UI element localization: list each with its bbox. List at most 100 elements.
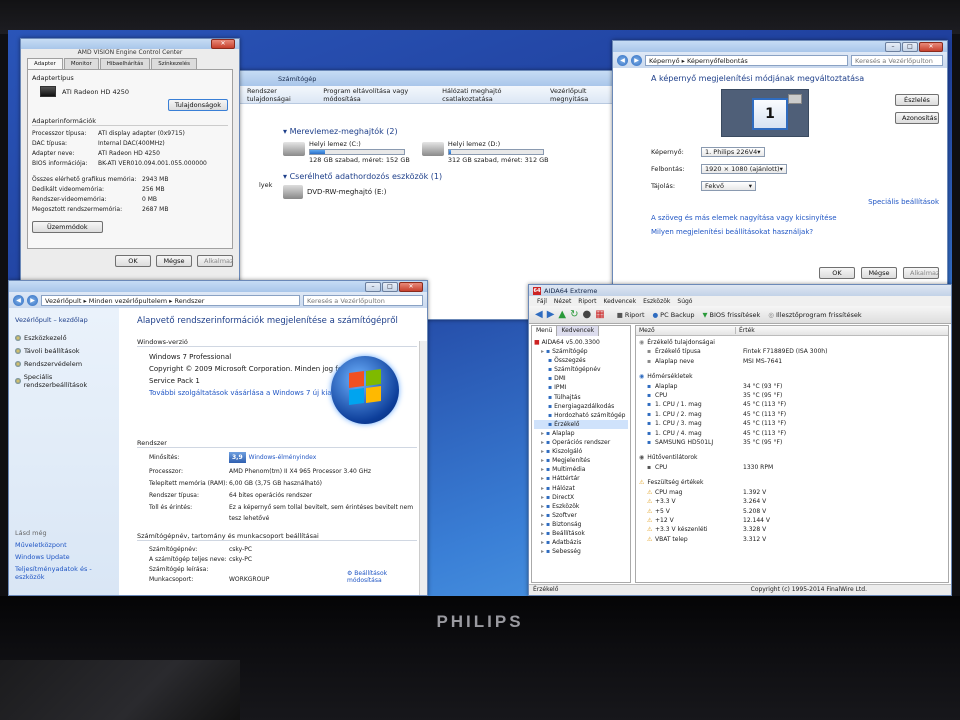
aida-data-row[interactable]: ▪ 1. CPU / 3. mag 45 °C (113 °F) [639, 419, 948, 428]
control-panel-home-link[interactable]: Vezérlőpult – kezdőlap [15, 316, 113, 324]
monitor-preview[interactable]: 1 [721, 89, 809, 137]
aida-tree-item[interactable]: ▪ Összegzés [534, 356, 628, 365]
aida-tree-item[interactable]: ▸ ▪ Multimédia [534, 465, 628, 474]
expand-icon[interactable]: ▸ [541, 448, 544, 455]
aida-data-row[interactable]: ⚠ VBAT telep 3.312 V [639, 535, 948, 544]
aida-data-row[interactable]: ⚠ CPU mag 1.392 V [639, 488, 948, 497]
system-side-link[interactable]: Távoli beállítások [15, 347, 113, 355]
display-address-input[interactable]: Képernyő ▸ Képernyőfelbontás [645, 54, 848, 66]
aida-data-row[interactable]: ▪ CPU 1330 RPM [639, 463, 948, 472]
aida-data-row[interactable]: ⚠ +3.3 V készenléti 3.328 V [639, 525, 948, 534]
aida-tree-item[interactable]: ▸ ▪ Kiszolgáló [534, 447, 628, 456]
ccc-tab[interactable]: Színkezelés [151, 58, 198, 69]
drive-item[interactable]: Helyi lemez (C:) 128 GB szabad, méret: 15… [283, 140, 410, 164]
aida-data-row[interactable]: ⚠ +3.3 V 3.264 V [639, 497, 948, 506]
back-icon[interactable]: ◀ [535, 309, 543, 320]
aida-toolbar-button[interactable]: ▼ BIOS frissítések [703, 311, 761, 319]
explorer-titlebar[interactable]: Számítógép [219, 71, 617, 86]
system-side-link[interactable]: Speciális rendszerbeállítások [15, 373, 113, 389]
system-back-arrow-icon[interactable]: ◀ [13, 294, 24, 306]
aida-data-row[interactable]: ⚠ +5 V 5.208 V [639, 507, 948, 516]
expand-icon[interactable]: ▸ [541, 475, 544, 482]
aida-tree-item[interactable]: ▸ ▪ Számítógép [534, 347, 628, 356]
aida-toolbar-button[interactable]: ■ Riport [617, 311, 645, 319]
system-titlebar[interactable]: – □ ✕ [9, 281, 427, 292]
identify-button[interactable]: Azonosítás [895, 112, 939, 124]
refresh-icon[interactable]: ↻ [570, 309, 578, 320]
up-icon[interactable]: ▲ [558, 309, 566, 320]
aida-tree-item[interactable]: ▸ ▪ Sebesség [534, 547, 628, 556]
explorer-menu-item[interactable]: Vezérlőpult megnyitása [550, 87, 617, 103]
ccc-tab[interactable]: Monitor [63, 58, 99, 69]
aida-menu-item[interactable]: Fájl [537, 298, 547, 305]
text-size-link[interactable]: A szöveg és más elemek nagyítása vagy ki… [651, 214, 909, 222]
system-scrollbar[interactable] [419, 341, 427, 595]
display-search-input[interactable]: Keresés a Vezérlőpulton [851, 54, 943, 66]
aida-data-row[interactable]: ▪ SAMSUNG HD501LJ 35 °C (95 °F) [639, 438, 948, 447]
aida-tree-item[interactable]: ▸ ▪ Háttértár [534, 474, 628, 483]
aida-tree-item[interactable]: ▸ ▪ DirectX [534, 493, 628, 502]
ccc-apply-button[interactable]: Alkalmaz [197, 255, 233, 267]
expand-icon[interactable]: ▸ [541, 348, 544, 355]
system-forward-arrow-icon[interactable]: ▶ [27, 294, 38, 306]
aida-tree-item[interactable]: ▸ ▪ Szoftver [534, 511, 628, 520]
change-settings-link[interactable]: ⚙ Beállítások módosítása [347, 570, 397, 584]
display-minimize-icon[interactable]: – [885, 41, 901, 52]
system-search-input[interactable]: Keresés a Vezérlőpulton [303, 294, 423, 306]
display-field-select[interactable]: 1920 × 1080 (ajánlott) ▾ [701, 164, 787, 174]
system-minimize-icon[interactable]: – [365, 281, 381, 292]
expand-icon[interactable]: ▸ [541, 512, 544, 519]
aida-tree-item[interactable]: ▪ DMI [534, 374, 628, 383]
system-address-input[interactable]: Vezérlőpult ▸ Minden vezérlőpultelem ▸ R… [41, 294, 300, 306]
aida-tree-item[interactable]: ▸ ▪ Alaplap [534, 429, 628, 438]
display-field-select[interactable]: Fekvő ▾ [701, 181, 756, 191]
explorer-menu-item[interactable]: Hálózati meghajtó csatlakoztatása [442, 87, 540, 103]
aida-tree-item[interactable]: ▪ Energiagazdálkodás [534, 402, 628, 411]
aida-tree-item[interactable]: ■ AIDA64 v5.00.3300 [534, 338, 628, 347]
expand-icon[interactable]: ▸ [541, 457, 544, 464]
aida-tree-item[interactable]: ▪ IPMI [534, 383, 628, 392]
display-ok-button[interactable]: OK [819, 267, 855, 279]
system-see-also-link[interactable]: Műveletközpont [15, 541, 113, 549]
aida-data-row[interactable]: ▪ 1. CPU / 1. mag 45 °C (113 °F) [639, 400, 948, 409]
aida-tree-item[interactable]: ▸ ▪ Adatbázis [534, 538, 628, 547]
ccc-close-icon[interactable]: ✕ [211, 39, 235, 49]
aida-menu-item[interactable]: Eszközök [643, 298, 670, 305]
chart-icon[interactable]: ▦ [595, 309, 604, 320]
display-close-icon[interactable]: ✕ [919, 41, 943, 52]
aida-titlebar[interactable]: 64 AIDA64 Extreme [529, 285, 951, 296]
expand-icon[interactable]: ▸ [541, 466, 544, 473]
aida-tree-item[interactable]: ▸ ▪ Eszközök [534, 502, 628, 511]
aida-data-row[interactable]: ▪ Alaplap neve MSI MS-7641 [639, 357, 948, 366]
expand-icon[interactable]: ▸ [541, 485, 544, 492]
ccc-ok-button[interactable]: OK [115, 255, 151, 267]
monitor-1-tile[interactable]: 1 [752, 98, 788, 130]
aida-tab[interactable]: Kedvencek [557, 326, 600, 336]
aida-tree-item[interactable]: ▸ ▪ Operációs rendszer [534, 438, 628, 447]
dvd-drive[interactable]: DVD-RW-meghajtó (E:) [283, 185, 611, 199]
expand-icon[interactable]: ▸ [541, 439, 544, 446]
display-field-select[interactable]: 1. Philips 226V4 ▾ [701, 147, 765, 157]
aida-toolbar-button[interactable]: ◎ Illesztőprogram frissítések [768, 311, 861, 319]
drive-item[interactable]: Helyi lemez (D:) 312 GB szabad, méret: 31… [421, 140, 549, 164]
aida-tree-item[interactable]: ▪ Érzékelő [534, 419, 628, 429]
ccc-cancel-button[interactable]: Mégse [156, 255, 192, 267]
aida-tree-item[interactable]: ▪ Számítógépnév [534, 365, 628, 374]
experience-index-link[interactable]: Windows-élményindex [249, 452, 317, 463]
aida-menu-item[interactable]: Nézet [554, 298, 571, 305]
column-value-header[interactable]: Érték [736, 327, 755, 334]
aida-tree-item[interactable]: ▸ ▪ Megjelenítés [534, 456, 628, 465]
display-maximize-icon[interactable]: □ [902, 41, 918, 52]
forward-arrow-icon[interactable]: ▶ [631, 54, 642, 66]
aida-tree-item[interactable]: ▪ Hordozható számítógép [534, 411, 628, 420]
system-see-also-link[interactable]: Windows Update [15, 553, 113, 561]
back-arrow-icon[interactable]: ◀ [617, 54, 628, 66]
aida-tree-item[interactable]: ▸ ▪ Biztonság [534, 520, 628, 529]
system-maximize-icon[interactable]: □ [382, 281, 398, 292]
rating-badge[interactable]: 3,9 [229, 452, 246, 463]
system-close-icon[interactable]: ✕ [399, 281, 423, 292]
user-icon[interactable]: ● [583, 309, 592, 320]
aida-tab[interactable]: Menü [532, 326, 558, 336]
display-cancel-button[interactable]: Mégse [861, 267, 897, 279]
aida-menu-item[interactable]: Súgó [677, 298, 692, 305]
